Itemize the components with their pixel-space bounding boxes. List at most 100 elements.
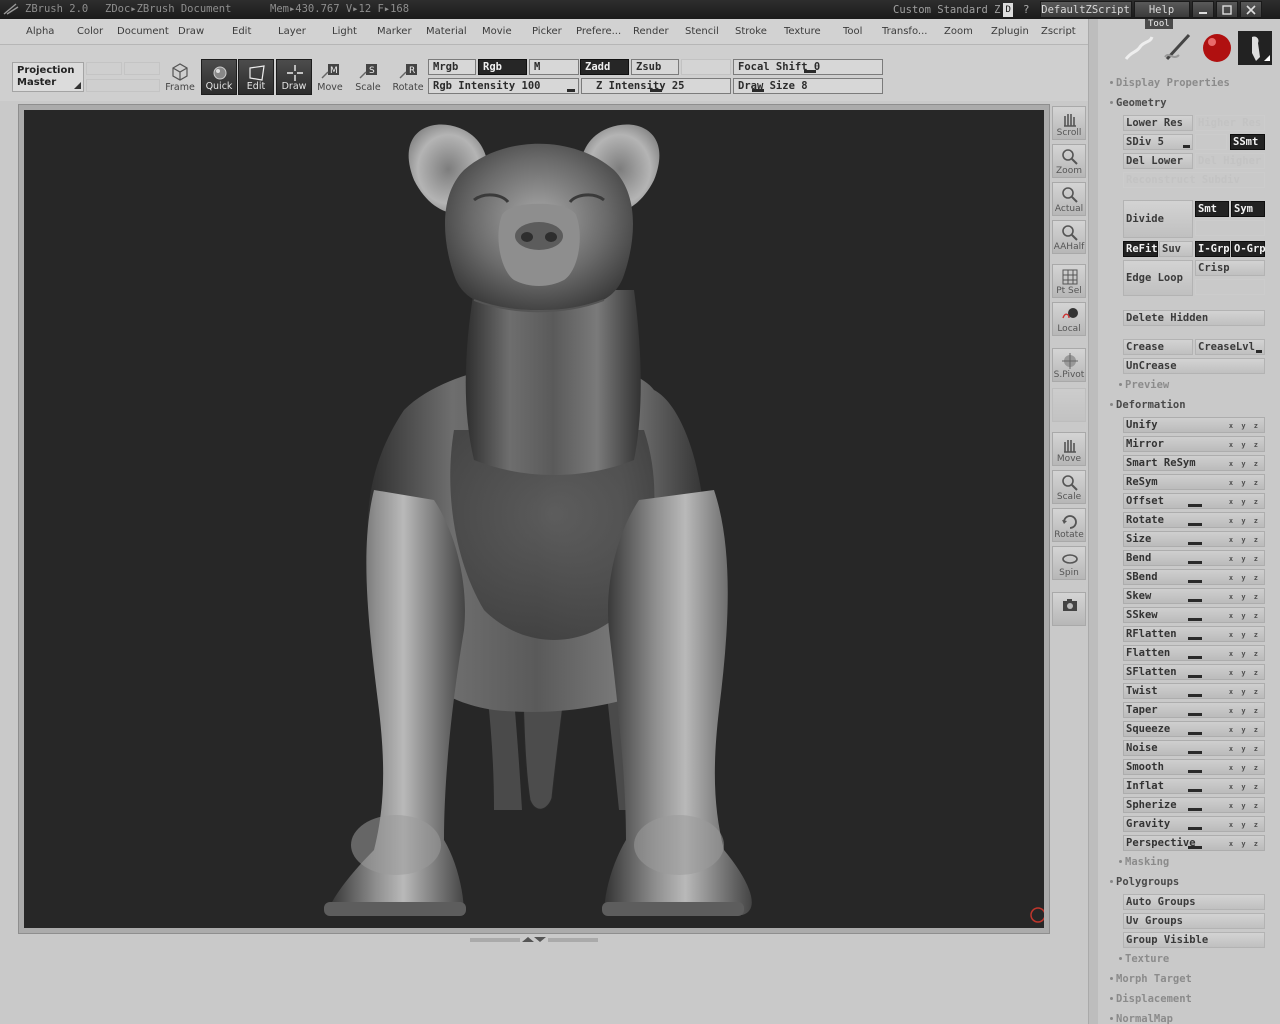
sdiv-slider[interactable]: SDiv 5 <box>1123 134 1193 150</box>
del-lower-button[interactable]: Del Lower <box>1123 153 1193 169</box>
deform-row-perspective[interactable]: Perspective x y z <box>1123 835 1265 851</box>
deform-row-sflatten[interactable]: SFlatten x y z <box>1123 664 1265 680</box>
deform-slider-handle[interactable] <box>1188 504 1202 507</box>
deform-slider-handle[interactable] <box>1188 637 1202 640</box>
move-view-button[interactable]: Move <box>1052 432 1086 466</box>
ssmt-toggle[interactable]: SSmt <box>1230 134 1265 150</box>
axis-toggles[interactable]: x y z <box>1229 818 1260 832</box>
menu-tool[interactable]: Tool <box>843 26 862 37</box>
crease-lvl-handle[interactable] <box>1256 350 1262 353</box>
menu-layer[interactable]: Layer <box>278 26 306 37</box>
camera-button[interactable] <box>1052 592 1086 626</box>
deform-row-rflatten[interactable]: RFlatten x y z <box>1123 626 1265 642</box>
rgb-intensity-handle[interactable] <box>567 89 575 92</box>
draw-size-slider[interactable]: Draw Size 8 <box>733 78 883 94</box>
axis-toggles[interactable]: x y z <box>1229 704 1260 718</box>
crease-lvl-slider[interactable]: CreaseLvl <box>1195 339 1265 355</box>
uv-groups-button[interactable]: Uv Groups <box>1123 913 1265 929</box>
zsub-toggle[interactable]: Zsub <box>631 59 679 75</box>
display-properties-section[interactable]: Display Properties <box>1110 77 1230 89</box>
deform-row-unify[interactable]: Unify x y z <box>1123 417 1265 433</box>
geometry-section[interactable]: Geometry <box>1110 97 1167 109</box>
preview-section[interactable]: Preview <box>1118 379 1169 391</box>
axis-toggles[interactable]: x y z <box>1229 571 1260 585</box>
normalmap-section[interactable]: NormalMap <box>1110 1013 1173 1024</box>
deform-slider-handle[interactable] <box>1188 542 1202 545</box>
group-visible-button[interactable]: Group Visible <box>1123 932 1265 948</box>
menu-picker[interactable]: Picker <box>532 26 562 37</box>
sculpted-animal-model[interactable] <box>24 110 1044 928</box>
menu-zplugin[interactable]: Zplugin <box>991 26 1029 37</box>
help-button[interactable]: Help <box>1133 1 1190 18</box>
deform-row-inflat[interactable]: Inflat x y z <box>1123 778 1265 794</box>
menu-movie[interactable]: Movie <box>482 26 512 37</box>
axis-toggles[interactable]: x y z <box>1229 419 1260 433</box>
axis-toggles[interactable]: x y z <box>1229 685 1260 699</box>
deform-row-squeeze[interactable]: Squeeze x y z <box>1123 721 1265 737</box>
tool-palette-label[interactable]: Tool <box>1145 19 1173 29</box>
rotate-button[interactable]: R Rotate <box>390 59 426 95</box>
deform-row-bend[interactable]: Bend x y z <box>1123 550 1265 566</box>
axis-toggles[interactable]: x y z <box>1229 438 1260 452</box>
deform-row-resym[interactable]: ReSym x y z <box>1123 474 1265 490</box>
deform-row-spherize[interactable]: Spherize x y z <box>1123 797 1265 813</box>
layout-selector[interactable]: Custom Standard Z <box>893 4 1000 16</box>
axis-toggles[interactable]: x y z <box>1229 666 1260 680</box>
divide-button[interactable]: Divide <box>1123 200 1193 238</box>
menu-draw[interactable]: Draw <box>178 26 204 37</box>
deform-slider-handle[interactable] <box>1188 580 1202 583</box>
menu-zscript[interactable]: Zscript <box>1041 26 1076 37</box>
deform-slider-handle[interactable] <box>1188 599 1202 602</box>
rotate-view-button[interactable]: Rotate <box>1052 508 1086 542</box>
deform-row-offset[interactable]: Offset x y z <box>1123 493 1265 509</box>
refit-toggle[interactable]: ReFit <box>1123 241 1158 257</box>
menu-transform[interactable]: Transfo... <box>882 26 927 37</box>
local-button[interactable]: Local <box>1052 302 1086 336</box>
axis-toggles[interactable]: x y z <box>1229 533 1260 547</box>
axis-toggles[interactable]: x y z <box>1229 609 1260 623</box>
axis-toggles[interactable]: x y z <box>1229 476 1260 490</box>
deform-slider-handle[interactable] <box>1188 618 1202 621</box>
deform-slider-handle[interactable] <box>1188 751 1202 754</box>
deform-row-sskew[interactable]: SSkew x y z <box>1123 607 1265 623</box>
polygroups-section[interactable]: Polygroups <box>1109 876 1179 888</box>
axis-toggles[interactable]: x y z <box>1229 723 1260 737</box>
morph-target-section[interactable]: Morph Target <box>1110 973 1192 985</box>
material-sphere-icon[interactable] <box>1200 31 1234 65</box>
default-zscript-button[interactable]: DefaultZScript <box>1039 1 1132 18</box>
menu-stencil[interactable]: Stencil <box>685 26 719 37</box>
lower-res-button[interactable]: Lower Res <box>1123 115 1193 131</box>
menu-edit[interactable]: Edit <box>232 26 251 37</box>
axis-toggles[interactable]: x y z <box>1229 495 1260 509</box>
deform-row-noise[interactable]: Noise x y z <box>1123 740 1265 756</box>
zadd-toggle[interactable]: Zadd <box>580 59 629 75</box>
pt-sel-button[interactable]: Pt Sel <box>1052 264 1086 298</box>
close-icon[interactable] <box>1239 1 1262 18</box>
help-question-icon[interactable]: ? <box>1023 3 1030 16</box>
rgb-toggle[interactable]: Rgb <box>478 59 527 75</box>
axis-toggles[interactable]: x y z <box>1229 837 1260 851</box>
deform-row-mirror[interactable]: Mirror x y z <box>1123 436 1265 452</box>
deform-slider-handle[interactable] <box>1188 789 1202 792</box>
draw-button[interactable]: Draw <box>276 59 312 95</box>
axis-toggles[interactable]: x y z <box>1229 552 1260 566</box>
deform-row-twist[interactable]: Twist x y z <box>1123 683 1265 699</box>
deform-slider-handle[interactable] <box>1188 713 1202 716</box>
crisp-toggle[interactable]: Crisp <box>1195 260 1265 276</box>
menu-texture[interactable]: Texture <box>784 26 821 37</box>
sym-toggle[interactable]: Sym <box>1231 201 1265 217</box>
maximize-icon[interactable] <box>1215 1 1238 18</box>
o-grp-toggle[interactable]: O-Grp <box>1231 241 1266 257</box>
deform-row-gravity[interactable]: Gravity x y z <box>1123 816 1265 832</box>
axis-toggles[interactable]: x y z <box>1229 761 1260 775</box>
deform-row-rotate[interactable]: Rotate x y z <box>1123 512 1265 528</box>
axis-toggles[interactable]: x y z <box>1229 457 1260 471</box>
deform-slider-handle[interactable] <box>1188 656 1202 659</box>
axis-toggles[interactable]: x y z <box>1229 742 1260 756</box>
m-toggle[interactable]: M <box>529 59 579 75</box>
deform-slider-handle[interactable] <box>1188 523 1202 526</box>
axis-toggles[interactable]: x y z <box>1229 799 1260 813</box>
deform-slider-handle[interactable] <box>1188 732 1202 735</box>
stroke-swatch-icon[interactable] <box>1122 31 1156 65</box>
scale-button[interactable]: S Scale <box>350 59 386 95</box>
